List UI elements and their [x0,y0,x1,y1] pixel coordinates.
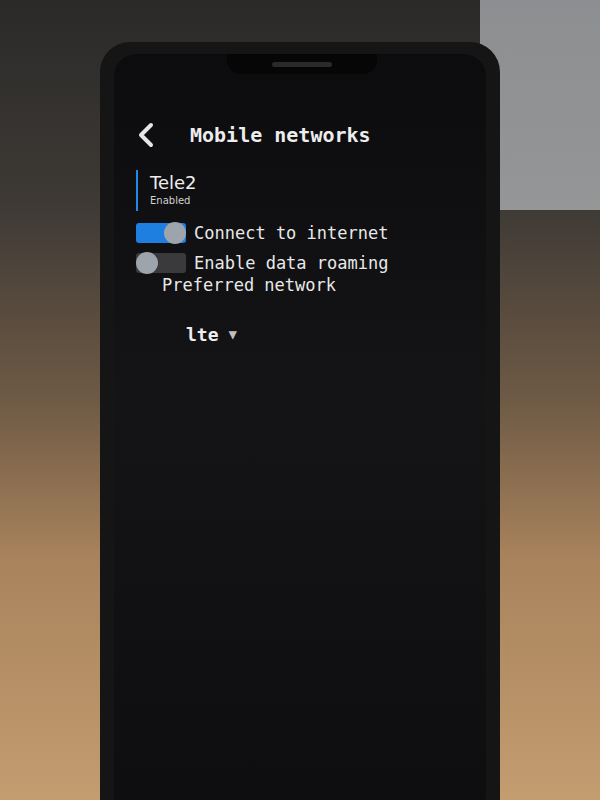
network-name: Tele2 [150,172,468,194]
network-item[interactable]: Tele2Enabled [136,170,468,211]
toggle-row: Connect to internet [136,221,468,245]
toggle-label: Connect to internet [194,223,388,243]
dropdown-value: lte [186,324,219,345]
toggle-row: Enable data roaming [136,251,468,275]
toggle-label: Enable data roaming [194,253,388,273]
toggle-list: Connect to internet Enable data roaming [136,221,468,275]
network-status: Enabled [150,194,468,208]
dropdown-arrow: ▼ [229,326,237,342]
phone: Mobile networks Tele2Enabled Connect to in… [100,42,500,800]
toggle-knob [136,252,158,274]
header: Mobile networks [136,120,468,150]
phone-screen: Mobile networks Tele2Enabled Connect to in… [114,54,486,800]
toggle-knob [164,222,186,244]
toggle-switch[interactable] [136,253,186,273]
photo-scene: Mobile networks Tele2Enabled Connect to in… [0,0,600,800]
back-arrow-icon[interactable] [136,122,156,148]
toggle-switch[interactable] [136,223,186,243]
preferred-network-label: Preferred network [162,275,468,295]
notch [227,54,377,74]
screen-title: Mobile networks [190,123,371,147]
preferred-network-dropdown[interactable]: lte ▼ [186,321,468,347]
speaker-icon [272,62,332,67]
